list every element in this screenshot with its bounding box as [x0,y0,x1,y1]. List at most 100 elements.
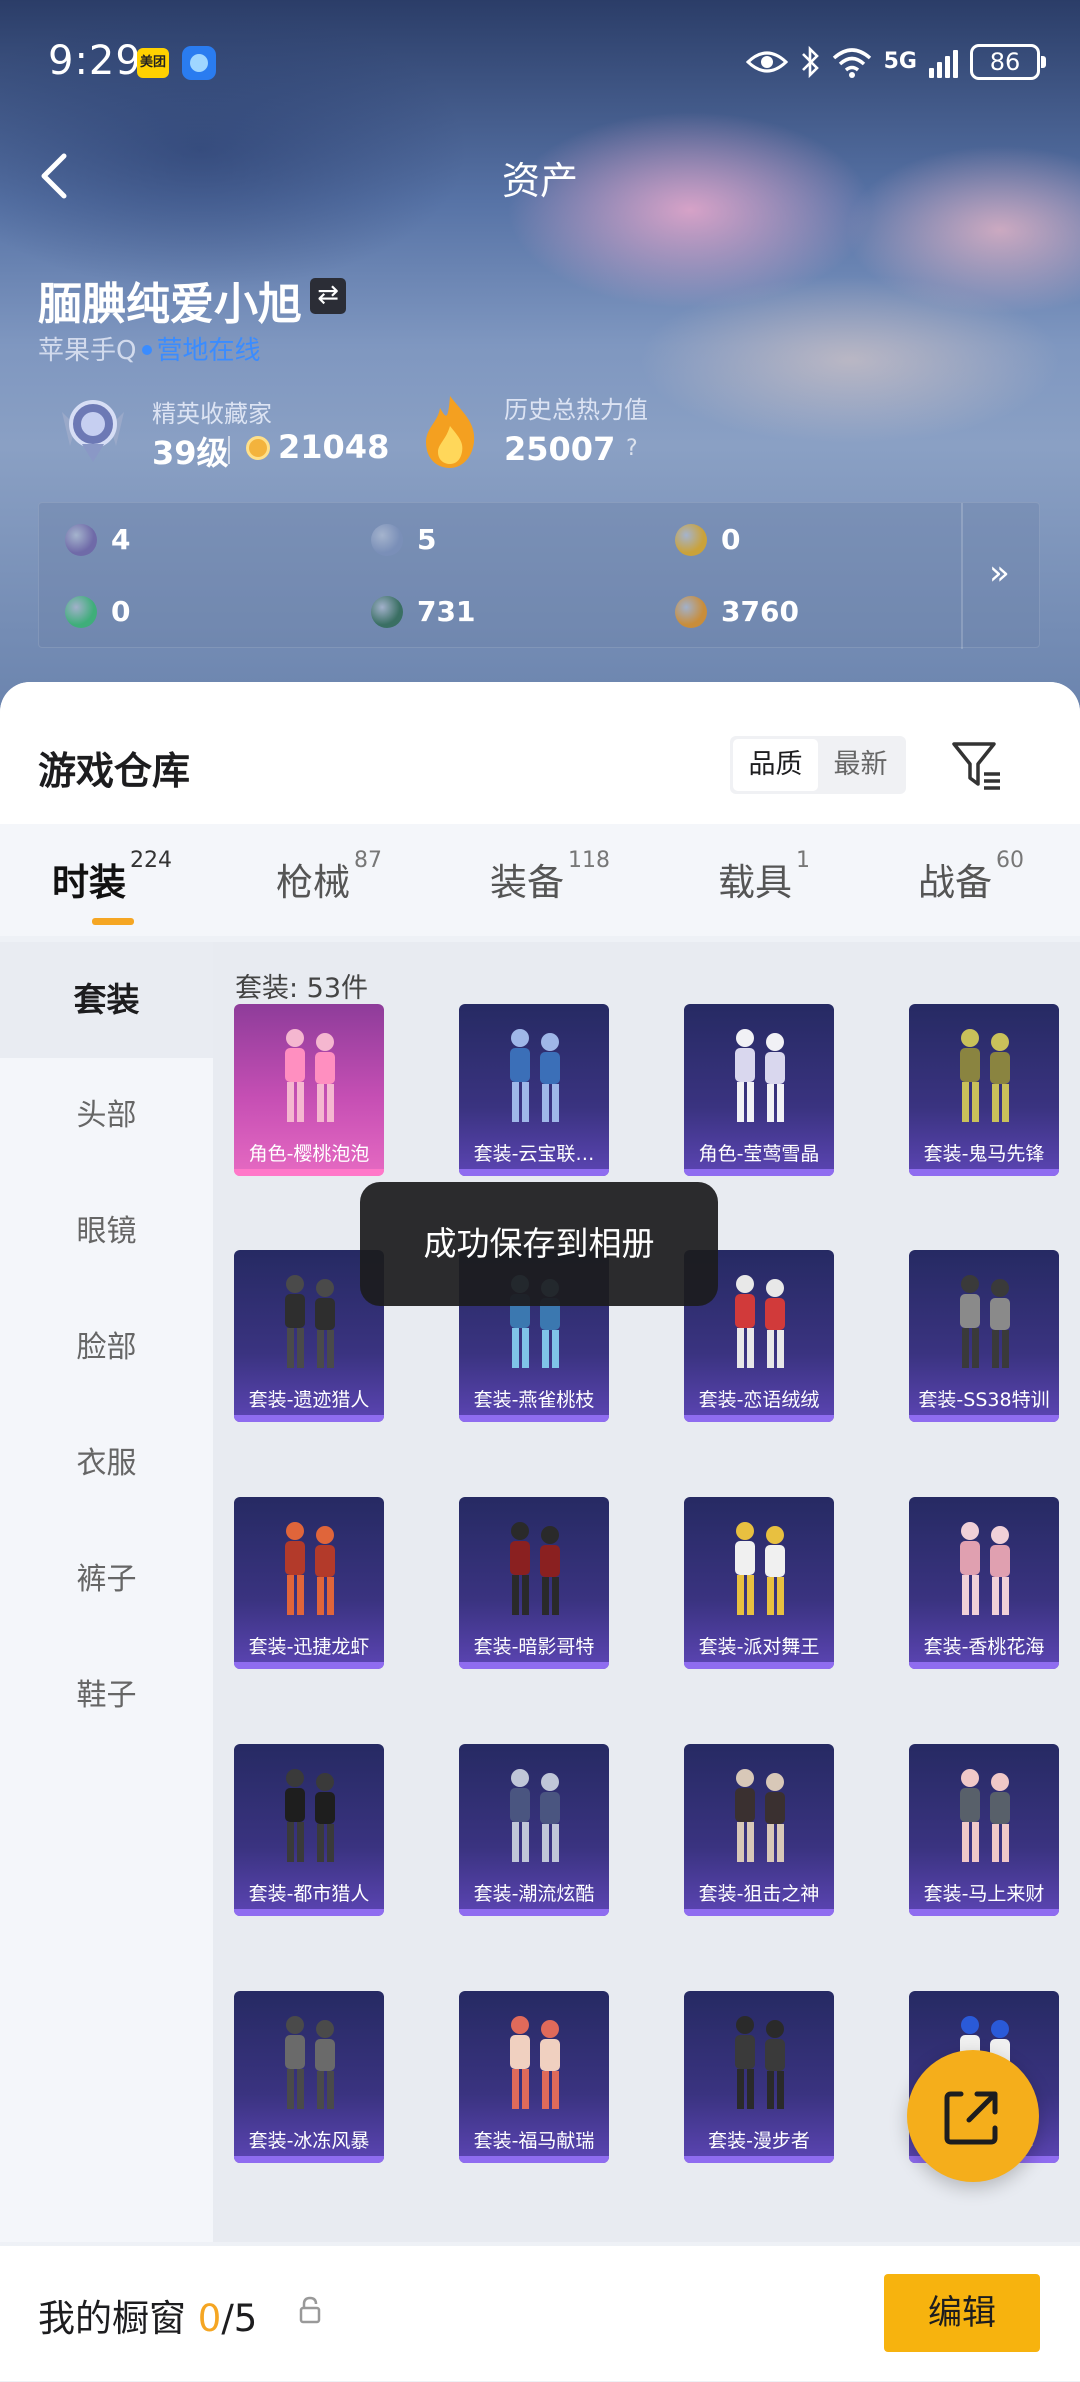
item-label: 套装-SS38特训 [918,1389,1050,1411]
item-label: 套装-暗影哥特 [473,1636,595,1658]
rarity-bar [459,1415,609,1422]
sidebar-item-head[interactable]: 头部 [0,1058,213,1174]
outfit-figure-icon [285,1275,335,1368]
status-icons: 5G 86 [745,40,1046,84]
outfit-figure-icon [285,1769,335,1862]
outfit-figure-icon [735,1522,785,1615]
resource-value: 731 [417,595,476,628]
online-dot-icon [142,345,153,355]
item-label: 套装-派对舞王 [698,1636,820,1658]
tab-label: 时装 [52,861,126,904]
eye-icon [745,51,788,73]
rarity-bar [684,1909,834,1916]
rarity-bar [909,1169,1059,1176]
item-card[interactable]: 套装-漫步者 [684,1991,834,2163]
item-card[interactable]: 套装-迅捷龙虾 [234,1497,384,1669]
resource-item: 4 [65,523,130,556]
outfit-figure-icon [285,1029,335,1122]
user-name: 腼腆纯爱小旭 [38,279,302,330]
tab-label: 战备 [918,861,992,904]
sidebar-item-glasses[interactable]: 眼镜 [0,1174,213,1290]
sidebar-item-clothes[interactable]: 衣服 [0,1406,213,1522]
resource-panel[interactable]: 4 5 0 0 731 3760 » [38,502,1040,649]
resource-more-icon[interactable]: » [989,553,1010,593]
user-platform-line: 苹果手Q 营地在线 [38,330,260,367]
item-card[interactable]: 套装-潮流炫酷 [459,1744,609,1916]
heat-label: 历史总热力值 [504,396,648,424]
tab-label: 枪械 [276,861,350,904]
item-label: 套装-遗迹猎人 [248,1389,370,1411]
item-card[interactable]: 套装-香桃花海 [909,1497,1059,1669]
share-icon [944,2091,998,2145]
tab-label: 装备 [490,861,564,904]
filter-icon[interactable] [950,738,1004,794]
tab-weapons[interactable]: 枪械87 [276,848,382,906]
rarity-bar [459,1909,609,1916]
user-platform: 苹果手Q [38,336,137,366]
share-fab[interactable] [907,2050,1039,2182]
sidebar-item-suit[interactable]: 套装 [0,942,213,1058]
sidebar: 套装 头部 眼镜 脸部 衣服 裤子 鞋子 [0,942,213,2242]
showcase-total: /5 [221,2297,258,2340]
item-label: 角色-莹莺雪晶 [698,1143,820,1165]
item-card[interactable]: 套装-云宝联… [459,1004,609,1176]
outfit-figure-icon [960,1275,1010,1368]
sort-quality-button[interactable]: 品质 [733,739,818,791]
item-card[interactable]: 套装-派对舞王 [684,1497,834,1669]
sidebar-item-face[interactable]: 脸部 [0,1290,213,1406]
sort-toggle: 品质 最新 [730,736,906,794]
edit-button[interactable]: 编辑 [884,2274,1040,2352]
item-label: 套装-迅捷龙虾 [248,1636,370,1658]
sidebar-item-shoes[interactable]: 鞋子 [0,1638,213,1754]
item-card[interactable]: 套装-马上来财 [909,1744,1059,1916]
heat-help-icon[interactable]: ? [626,436,638,461]
tab-supplies[interactable]: 战备60 [918,848,1024,906]
rarity-bar [684,1169,834,1176]
status-bar: 9:29 美团 5G 86 [0,0,1080,130]
rarity-bar [684,1662,834,1669]
tab-label: 载具 [718,861,792,904]
item-card[interactable]: 套装-暗影哥特 [459,1497,609,1669]
battery-icon: 86 [970,44,1046,80]
outfit-figure-icon [510,1769,560,1862]
category-tabs: 时装224 枪械87 装备118 载具1 战备60 [0,824,1080,936]
bluetooth-icon [801,45,819,79]
resource-item: 3760 [675,595,799,628]
item-grid: 套装: 53件 角色-樱桃泡泡 套装-云宝联… 角色-莹莺雪晶 套装-鬼马先锋 套装-遗… [213,942,1080,2242]
bronze-orb-icon [675,595,707,628]
rarity-bar [459,1662,609,1669]
rarity-bar [909,1909,1059,1916]
tab-fashion[interactable]: 时装224 [52,848,172,906]
resource-value: 4 [111,523,131,556]
collector-title: 精英收藏家 [152,400,272,428]
tab-count: 1 [796,848,810,873]
sidebar-item-pants[interactable]: 裤子 [0,1522,213,1638]
resource-item: 731 [371,595,475,628]
item-label: 套装-冰冻风暴 [248,2130,370,2152]
jade-orb-icon [371,595,403,628]
outfit-figure-icon [510,1522,560,1615]
save-success-toast: 成功保存到相册 [360,1182,718,1306]
sort-latest-button[interactable]: 最新 [818,739,903,791]
meituan-notification-icon: 美团 [137,48,169,78]
item-card[interactable]: 套装-狙击之神 [684,1744,834,1916]
app-notification-icon [182,46,216,80]
item-label: 套装-鬼马先锋 [923,1143,1045,1165]
item-card[interactable]: 套装-鬼马先锋 [909,1004,1059,1176]
outfit-figure-icon [960,1522,1010,1615]
item-label: 套装-云宝联… [473,1143,595,1165]
warehouse-title: 游戏仓库 [38,749,191,793]
item-card[interactable]: 角色-樱桃泡泡 [234,1004,384,1176]
item-card[interactable]: 角色-莹莺雪晶 [684,1004,834,1176]
item-card[interactable]: 套装-SS38特训 [909,1250,1059,1422]
item-card[interactable]: 套装-都市猎人 [234,1744,384,1916]
item-card[interactable]: 套装-福马献瑞 [459,1991,609,2163]
item-card[interactable]: 套装-冰冻风暴 [234,1991,384,2163]
tab-vehicles[interactable]: 载具1 [718,848,810,906]
active-tab-indicator [92,918,134,925]
tab-equipment[interactable]: 装备118 [490,848,610,906]
rarity-bar [234,1662,384,1669]
outfit-figure-icon [735,2016,785,2109]
switch-account-icon[interactable]: ⇄ [310,278,346,314]
resource-item: 0 [675,523,740,556]
